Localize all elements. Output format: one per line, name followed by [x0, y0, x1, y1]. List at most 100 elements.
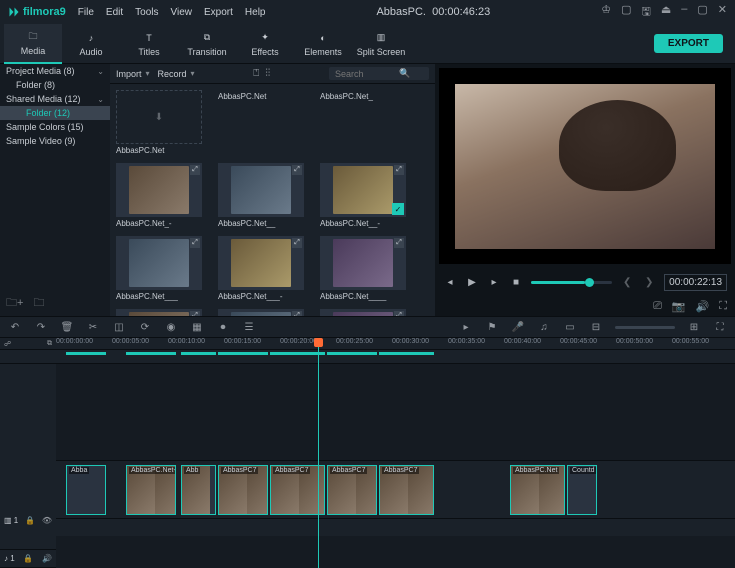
media-item[interactable]: ⤢AbbasPC.Net___-	[218, 236, 304, 303]
record-dropdown[interactable]: Record ▾	[158, 69, 195, 79]
timeline-body[interactable]: 00:00:00:0000:00:05:0000:00:10:0000:00:1…	[56, 338, 735, 568]
search-icon[interactable]: 🔍	[399, 68, 410, 79]
maximize-icon[interactable]: ▢	[697, 3, 707, 22]
tab-transition[interactable]: ⧉Transition	[178, 24, 236, 64]
expand-icon[interactable]: ⤢	[292, 165, 302, 175]
sidebar-item[interactable]: Sample Video (9)	[0, 134, 110, 148]
next-frame-button[interactable]: ▸	[487, 275, 501, 289]
link-icon[interactable]: ☍	[4, 340, 11, 348]
menu-tools[interactable]: Tools	[135, 7, 158, 18]
camera-icon[interactable]: 📷	[672, 300, 686, 313]
tab-elements[interactable]: ◐Elements	[294, 24, 352, 64]
link2-icon[interactable]: ⧉	[47, 340, 52, 348]
save-icon[interactable]: 🖫	[641, 3, 650, 22]
expand-icon[interactable]: ⤢	[292, 238, 302, 248]
volume-icon[interactable]: 🔊	[696, 300, 710, 313]
color-button[interactable]: ◉	[164, 320, 178, 334]
menu-help[interactable]: Help	[245, 7, 266, 18]
import-placeholder[interactable]: ⬇	[116, 90, 202, 144]
expand-icon[interactable]: ⤢	[190, 311, 200, 316]
zoom-in-button[interactable]: ⊞	[687, 320, 701, 334]
timeline-clip[interactable]: Abb	[181, 465, 216, 515]
preview-slider[interactable]	[531, 281, 612, 284]
crop-button[interactable]: ◫	[112, 320, 126, 334]
zoom-out-button[interactable]: ⊟	[589, 320, 603, 334]
lock-audio-icon[interactable]: 🔒	[23, 554, 33, 563]
mark-in-icon[interactable]: ❮	[620, 275, 634, 289]
stop-button[interactable]: ■	[509, 275, 523, 289]
fullscreen-icon[interactable]: ⛶	[719, 300, 727, 313]
sort-icon[interactable]: ⫶⫶	[265, 68, 270, 79]
filter-icon[interactable]: ⍞	[253, 68, 259, 79]
mic-icon[interactable]: ⏏	[661, 3, 671, 22]
tab-splitscreen[interactable]: ▥Split Screen	[352, 24, 410, 64]
expand-icon[interactable]: ⤢	[292, 311, 302, 316]
timeline-clip[interactable]: AbbasPC7	[379, 465, 434, 515]
sidebar-item[interactable]: Project Media (8)⌄	[0, 64, 110, 78]
expand-icon[interactable]: ⤢	[394, 311, 404, 316]
menu-file[interactable]: File	[78, 7, 94, 18]
media-item[interactable]: ⤢AbbasPC.Net_-	[116, 163, 202, 230]
timeline-ruler[interactable]: 00:00:00:0000:00:05:0000:00:10:0000:00:1…	[56, 338, 735, 350]
fit-button[interactable]: ⛶	[713, 320, 727, 334]
tab-titles[interactable]: TTitles	[120, 24, 178, 64]
redo-button[interactable]: ↷	[34, 320, 48, 334]
media-item[interactable]: ⬇AbbasPC.Net	[116, 90, 202, 157]
media-item[interactable]: ⤢✓AbbasPC.Net__-	[320, 163, 406, 230]
media-item[interactable]: ⤢✓AbbasPC.Net___+	[320, 309, 406, 316]
expand-icon[interactable]: ⤢	[190, 165, 200, 175]
playhead[interactable]	[318, 338, 319, 568]
undo-button[interactable]: ↶	[8, 320, 22, 334]
expand-icon[interactable]: ⤢	[394, 165, 404, 175]
video-track[interactable]: AbbaAbbasPC.Net-AbbAbbasPC7AbbasPC7Abbas…	[56, 460, 735, 518]
speed-button[interactable]: ⟳	[138, 320, 152, 334]
marker-button[interactable]: ⚑	[485, 320, 499, 334]
expand-icon[interactable]: ⤢	[190, 238, 200, 248]
media-item[interactable]: AbbasPC.Net	[218, 90, 304, 157]
play-button[interactable]: ▶	[465, 275, 479, 289]
media-item[interactable]: ⤢✓AbbasPC.Net_____	[116, 309, 202, 316]
eye-icon[interactable]: 👁	[42, 516, 52, 525]
audio-track[interactable]	[56, 518, 735, 536]
timeline-clip[interactable]: AbbasPC.Net-	[126, 465, 176, 515]
user-icon[interactable]: ♔	[601, 3, 611, 22]
lock-icon[interactable]: 🔒	[25, 516, 35, 525]
menu-view[interactable]: View	[171, 7, 193, 18]
mark-button[interactable]: ▸	[459, 320, 473, 334]
mark-out-icon[interactable]: ❯	[642, 275, 656, 289]
timeline-clip[interactable]: AbbasPC7	[218, 465, 268, 515]
tab-media[interactable]: 🗀Media	[4, 24, 62, 64]
prev-frame-button[interactable]: ◂	[443, 275, 457, 289]
media-item[interactable]: ⤢✓AbbasPC.Net_____-	[218, 309, 304, 316]
timeline-clip[interactable]: AbbasPC7	[270, 465, 325, 515]
menu-edit[interactable]: Edit	[106, 7, 123, 18]
media-item[interactable]: ⤢AbbasPC.Net__	[218, 163, 304, 230]
delete-button[interactable]: 🗑	[60, 320, 74, 334]
record-button[interactable]: ⏺	[216, 320, 230, 334]
zoom-slider[interactable]	[615, 326, 675, 329]
media-item[interactable]: ⤢AbbasPC.Net___	[116, 236, 202, 303]
green-button[interactable]: ▦	[190, 320, 204, 334]
export-button[interactable]: EXPORT	[654, 34, 723, 53]
render-button[interactable]: ▭	[563, 320, 577, 334]
timeline-clip[interactable]: Abba	[66, 465, 106, 515]
mute-icon[interactable]: 🔊	[42, 554, 52, 563]
snapshot-icon[interactable]: ⎚	[653, 300, 662, 313]
import-dropdown[interactable]: Import ▾	[116, 69, 150, 79]
search-input[interactable]	[335, 69, 395, 79]
timeline-clip[interactable]: AbbasPC.Net	[510, 465, 565, 515]
timeline-clip[interactable]: AbbasPC7	[327, 465, 377, 515]
menu-export[interactable]: Export	[204, 7, 233, 18]
timeline-clip[interactable]: Countd	[567, 465, 597, 515]
search-box[interactable]: 🔍	[329, 67, 429, 80]
sidebar-item[interactable]: Sample Colors (15)	[0, 120, 110, 134]
close-icon[interactable]: ✕	[718, 3, 727, 22]
media-item[interactable]: ⤢AbbasPC.Net____	[320, 236, 406, 303]
mic-button[interactable]: 🎤	[511, 320, 525, 334]
minimize-icon[interactable]: –	[681, 3, 687, 22]
mixer-button[interactable]: ♫	[537, 320, 551, 334]
sidebar-item[interactable]: Shared Media (12)⌄	[0, 92, 110, 106]
tab-effects[interactable]: ✦Effects	[236, 24, 294, 64]
sidebar-item[interactable]: Folder (12)	[0, 106, 110, 120]
cut-button[interactable]: ✂	[86, 320, 100, 334]
